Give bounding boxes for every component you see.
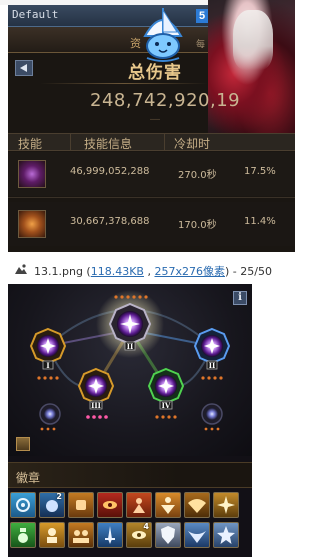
image-file-icon xyxy=(15,264,27,274)
wing-emblem-icon[interactable] xyxy=(184,522,210,548)
table-row[interactable]: 30,667,378,688 170.0秒 11.4% xyxy=(8,202,295,246)
skill-node-iv[interactable] xyxy=(147,367,185,405)
gear-emblem-icon[interactable] xyxy=(10,492,36,518)
dancer-emblem-icon[interactable] xyxy=(155,492,181,518)
node-label-ii: II xyxy=(209,361,216,370)
emblem-count: 2 xyxy=(56,492,62,501)
eye-emblem-icon-2[interactable]: 4 xyxy=(126,522,152,548)
fist-emblem-icon[interactable] xyxy=(68,492,94,518)
cooldown-cell: 170.0秒 xyxy=(178,220,217,231)
image-caption: 13.1.png (118.43KB , 257x276像素) - 25/50 xyxy=(0,252,295,284)
table-header: 技能 技能信息 冷却时 xyxy=(8,133,295,151)
skill-node-ii-right[interactable] xyxy=(193,327,231,365)
file-size-link[interactable]: 118.43KB xyxy=(91,265,144,278)
shadow-skill-icon xyxy=(18,160,46,188)
node-label-ii: II xyxy=(127,342,134,351)
skill-node-iii[interactable] xyxy=(77,367,115,405)
info-button[interactable]: i xyxy=(233,291,247,305)
cooldown-cell: 270.0秒 xyxy=(178,170,217,181)
file-dims-link[interactable]: 257x276像素 xyxy=(154,265,225,278)
file-name: 13.1.png xyxy=(34,265,83,278)
star-emblem-icon[interactable] xyxy=(213,522,239,548)
title-divider xyxy=(40,83,208,84)
table-row[interactable]: 46,999,052,288 270.0秒 17.5% xyxy=(8,152,295,196)
damage-panel: Default 5 资 每 总伤害 248,742,920,19 — 技能 技能… xyxy=(0,0,295,252)
eye-emblem-icon[interactable] xyxy=(97,492,123,518)
angel-emblem-icon[interactable] xyxy=(184,492,210,518)
equipment-slot-icon[interactable] xyxy=(16,437,30,451)
node-label-i: I xyxy=(46,361,49,370)
total-damage-value: 248,742,920,19 xyxy=(90,90,241,111)
emblem-section-label: 徽章 xyxy=(16,471,41,485)
skill-tree-diagram: II I II III IV xyxy=(29,290,231,431)
page-margin xyxy=(0,0,8,252)
percent-cell: 11.4% xyxy=(244,216,276,227)
column-skill-info[interactable]: 技能信息 xyxy=(84,135,132,152)
node-label-iii: III xyxy=(91,401,101,410)
skill-node-ii-top[interactable] xyxy=(108,302,152,346)
row-divider xyxy=(8,197,295,198)
mascot-sticker-icon xyxy=(143,8,183,62)
skill-node-i[interactable] xyxy=(29,327,67,365)
small-node-right[interactable] xyxy=(201,403,223,425)
warrior-emblem-icon[interactable] xyxy=(126,492,152,518)
damage-cell: 46,999,052,288 xyxy=(70,166,150,177)
small-node-left[interactable] xyxy=(39,403,61,425)
node-dots xyxy=(37,376,223,431)
skill-tree-panel: II I II III IV i 徽章 2 4 xyxy=(8,284,252,557)
emblem-count: 4 xyxy=(143,522,149,531)
tab-label-right[interactable]: 每 xyxy=(196,37,205,50)
file-info-text: 13.1.png (118.43KB , 257x276像素) - 25/50 xyxy=(34,263,272,279)
total-damage-title: 总伤害 xyxy=(128,63,182,83)
potion-emblem-icon[interactable] xyxy=(10,522,36,548)
shield-emblem-icon[interactable] xyxy=(155,522,181,548)
prev-arrow-button[interactable] xyxy=(15,60,33,76)
burst-emblem-icon[interactable] xyxy=(213,492,239,518)
percent-cell: 17.5% xyxy=(244,166,276,177)
page-margin-right xyxy=(252,284,295,557)
column-cooldown[interactable]: 冷却时 xyxy=(174,135,210,152)
knight-emblem-icon[interactable] xyxy=(39,522,65,548)
window-title: Default xyxy=(12,8,59,21)
sword-emblem-icon[interactable] xyxy=(97,522,123,548)
character-portrait-image xyxy=(208,0,295,133)
image-position: - 25/50 xyxy=(229,265,272,278)
damage-cell: 30,667,378,688 xyxy=(70,216,150,227)
value-dash: — xyxy=(150,114,160,125)
orb-emblem-icon[interactable]: 2 xyxy=(39,492,65,518)
node-dots-pink xyxy=(86,415,108,419)
crowd-emblem-icon[interactable] xyxy=(68,522,94,548)
paren: ( xyxy=(82,265,91,278)
node-label-iv: IV xyxy=(162,401,171,410)
count-badge: 5 xyxy=(196,9,208,23)
column-divider xyxy=(164,134,165,150)
separator: , xyxy=(143,265,155,278)
column-divider xyxy=(70,134,71,150)
column-skill[interactable]: 技能 xyxy=(18,135,42,152)
flame-skill-icon xyxy=(18,210,46,238)
emblem-section-header: 徽章 xyxy=(8,462,252,488)
